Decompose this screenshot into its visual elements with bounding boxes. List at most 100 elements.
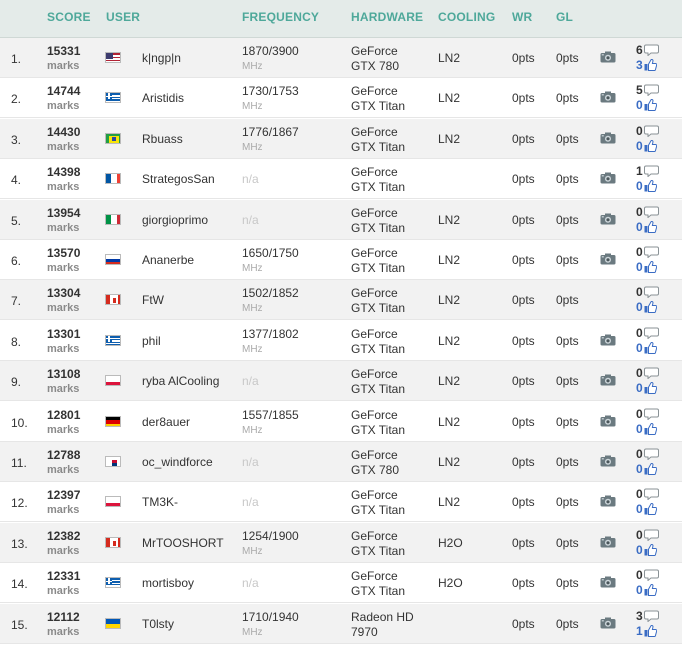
comment-count[interactable]: 1 [636, 164, 666, 179]
like-count[interactable]: 0 [636, 300, 666, 315]
user-link[interactable]: Aristidis [142, 91, 184, 105]
table-row[interactable]: 3. 14430 marks Rbuass 1776/1867 MHz GeForce GTX… [0, 118, 682, 159]
like-count[interactable]: 0 [636, 260, 666, 275]
hardware[interactable]: GeForce GTX Titan [351, 327, 405, 357]
camera-icon[interactable] [600, 334, 616, 346]
table-row[interactable]: 12. 12397 marks TM3K-n/a GeForce GTX Titan LN2… [0, 482, 682, 523]
camera-icon[interactable] [600, 374, 616, 386]
table-row[interactable]: 7. 13304 marks FtW 1502/1852 MHz GeForce GTX Ti… [0, 280, 682, 321]
camera-icon[interactable] [600, 213, 616, 225]
like-count[interactable]: 0 [636, 583, 666, 598]
table-row[interactable]: 6. 13570 marks Ananerbe 1650/1750 MHz GeForce G… [0, 240, 682, 280]
comment-count[interactable]: 3 [636, 609, 666, 624]
camera-icon[interactable] [600, 415, 616, 427]
comment-count[interactable]: 0 [636, 285, 666, 300]
like-count[interactable]: 0 [636, 98, 666, 113]
comment-count[interactable]: 0 [636, 205, 666, 220]
hardware[interactable]: GeForce GTX Titan [351, 84, 405, 114]
like-count[interactable]: 0 [636, 462, 666, 477]
wr-points: 0pts [512, 535, 535, 550]
like-count[interactable]: 0 [636, 139, 666, 154]
comment-count[interactable]: 0 [636, 326, 666, 341]
user-link[interactable]: k|ngp|n [142, 51, 181, 65]
camera-icon[interactable] [600, 172, 616, 184]
user-link[interactable]: Ananerbe [142, 253, 194, 267]
comment-count[interactable]: 5 [636, 83, 666, 98]
like-count[interactable]: 0 [636, 543, 666, 558]
user-link[interactable]: oc_windforce [142, 455, 213, 469]
user-link[interactable]: MrTOOSHORT [142, 536, 224, 550]
hardware[interactable]: GeForce GTX Titan [351, 408, 405, 438]
table-row[interactable]: 13. 12382 marks MrTOOSHORT 1254/1900 MHz GeFor… [0, 522, 682, 563]
hardware[interactable]: GeForce GTX Titan [351, 206, 405, 236]
table-row[interactable]: 9. 13108 marks ryba AlCooling n/a GeForce GTX … [0, 361, 682, 402]
table-row[interactable]: 15. 12112 marks T0lsty 1710/1940 MHz Radeon HD… [0, 603, 682, 644]
hardware[interactable]: Radeon HD 7970 [351, 610, 414, 640]
table-row[interactable]: 11. 12788 marks oc_windforce n/a GeForce GTX 7… [0, 442, 682, 482]
camera-icon[interactable] [600, 576, 616, 588]
like-count[interactable]: 0 [636, 220, 666, 235]
table-row[interactable]: 4. 14398 marks StrategosSan n/a GeForce GTX Ti… [0, 159, 682, 200]
user-link[interactable]: StrategosSan [142, 172, 215, 186]
table-row[interactable]: 1. 15331 marks k|ngp|n 1870/3900 MHz GeForce GT… [0, 38, 682, 78]
table-row[interactable]: 8. 13301 marks phil 1377/1802 MHz GeForce GTX T… [0, 320, 682, 361]
user-link[interactable]: FtW [142, 293, 164, 307]
user-link[interactable]: T0lsty [142, 617, 174, 631]
camera-icon[interactable] [600, 51, 616, 63]
hardware[interactable]: GeForce GTX 780 [351, 44, 399, 74]
hardware[interactable]: GeForce GTX Titan [351, 569, 405, 599]
camera-icon[interactable] [600, 536, 616, 548]
header-hardware[interactable]: HARDWARE [351, 10, 423, 24]
user-link[interactable]: der8auer [142, 415, 190, 429]
like-count[interactable]: 0 [636, 381, 666, 396]
user-link[interactable]: giorgioprimo [142, 213, 208, 227]
header-wr[interactable]: WR [512, 10, 532, 24]
camera-icon[interactable] [600, 495, 616, 507]
like-count[interactable]: 0 [636, 502, 666, 517]
like-count[interactable]: 1 [636, 624, 666, 639]
comment-count[interactable]: 0 [636, 447, 666, 462]
header-gl[interactable]: GL [556, 10, 573, 24]
comment-count[interactable]: 0 [636, 366, 666, 381]
comment-count[interactable]: 0 [636, 528, 666, 543]
comment-count[interactable]: 6 [636, 43, 666, 58]
header-cooling[interactable]: COOLING [438, 10, 495, 24]
score-value: 12397 [47, 488, 81, 503]
user-link[interactable]: ryba AlCooling [142, 374, 219, 388]
camera-icon[interactable] [600, 253, 616, 265]
comment-count[interactable]: 0 [636, 568, 666, 583]
like-count[interactable]: 0 [636, 341, 666, 356]
hardware[interactable]: GeForce GTX Titan [351, 125, 405, 155]
header-frequency[interactable]: FREQUENCY [242, 10, 319, 24]
hardware[interactable]: GeForce GTX Titan [351, 165, 405, 195]
like-count-value: 0 [636, 502, 643, 517]
like-count[interactable]: 3 [636, 58, 666, 73]
hardware[interactable]: GeForce GTX Titan [351, 367, 405, 397]
comment-count[interactable]: 0 [636, 245, 666, 260]
camera-icon[interactable] [600, 132, 616, 144]
like-count[interactable]: 0 [636, 179, 666, 194]
comment-count[interactable]: 0 [636, 487, 666, 502]
user-link[interactable]: Rbuass [142, 132, 183, 146]
comment-count[interactable]: 0 [636, 407, 666, 422]
like-count[interactable]: 0 [636, 422, 666, 437]
header-score[interactable]: SCORE [47, 10, 91, 24]
hardware[interactable]: GeForce GTX 780 [351, 448, 399, 478]
table-row[interactable]: 5. 13954 marks giorgioprimo n/a GeForce GTX Ti… [0, 199, 682, 240]
table-row[interactable]: 2. 14744 marks Aristidis 1730/1753 MHz GeForce… [0, 78, 682, 119]
camera-icon[interactable] [600, 91, 616, 103]
hardware[interactable]: GeForce GTX Titan [351, 286, 405, 316]
user-link[interactable]: mortisboy [142, 576, 194, 590]
hardware[interactable]: GeForce GTX Titan [351, 529, 405, 559]
user-link[interactable]: TM3K- [142, 495, 178, 509]
camera-icon[interactable] [600, 455, 616, 467]
hardware[interactable]: GeForce GTX Titan [351, 246, 405, 276]
hardware-line2: 7970 [351, 624, 378, 639]
user-link[interactable]: phil [142, 334, 161, 348]
header-user[interactable]: USER [106, 10, 140, 24]
hardware[interactable]: GeForce GTX Titan [351, 488, 405, 518]
comment-count[interactable]: 0 [636, 124, 666, 139]
table-row[interactable]: 14. 12331 marks mortisboy n/a GeForce GTX Tita… [0, 563, 682, 604]
camera-icon[interactable] [600, 617, 616, 629]
table-row[interactable]: 10. 12801 marks der8auer 1557/1855 MHz GeForce… [0, 401, 682, 442]
